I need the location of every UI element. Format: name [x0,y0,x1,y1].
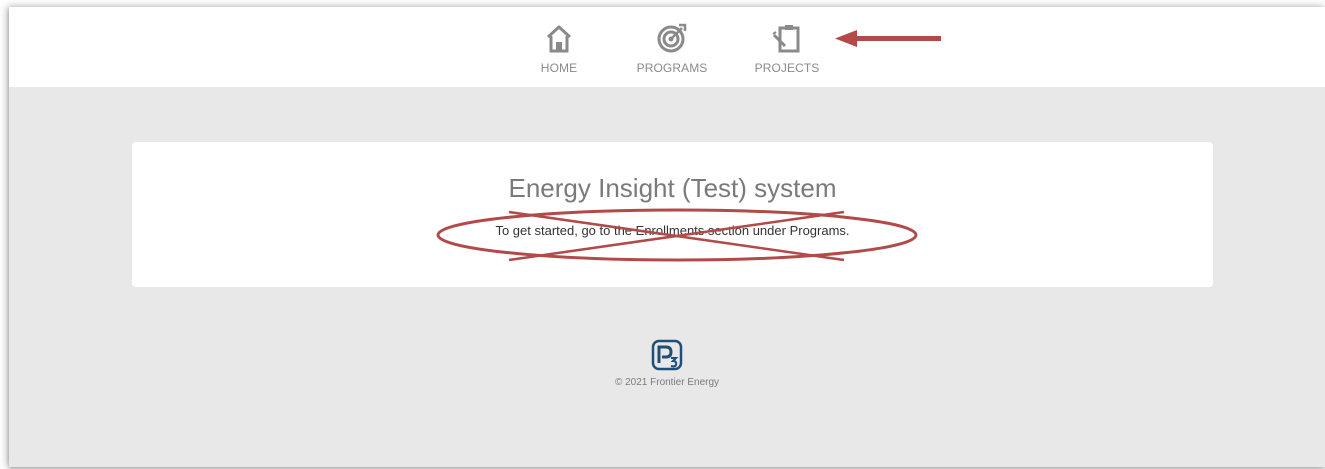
annotation-arrow-icon [835,30,941,47]
nav-programs-label: PROGRAMS [636,61,708,75]
top-navigation: HOME PROGRAMS PROJECTS [9,7,1325,87]
nav-projects[interactable]: PROJECTS [742,21,832,75]
p3-logo [651,339,683,371]
nav-projects-label: PROJECTS [754,61,820,75]
nav-home[interactable]: HOME [529,21,589,75]
annotation-oval-icon [436,208,918,262]
clipboard-icon [772,25,800,53]
footer: © 2021 Frontier Energy [9,339,1325,388]
nav-home-label: HOME [540,61,578,75]
nav-programs[interactable]: PROGRAMS [627,21,717,75]
home-icon [546,25,572,53]
target-icon [657,23,687,53]
copyright-text: © 2021 Frontier Energy [614,377,720,388]
app-window: HOME PROGRAMS PROJECTS Energy Insight (T… [9,7,1325,467]
page-title: Energy Insight (Test) system [508,173,837,203]
